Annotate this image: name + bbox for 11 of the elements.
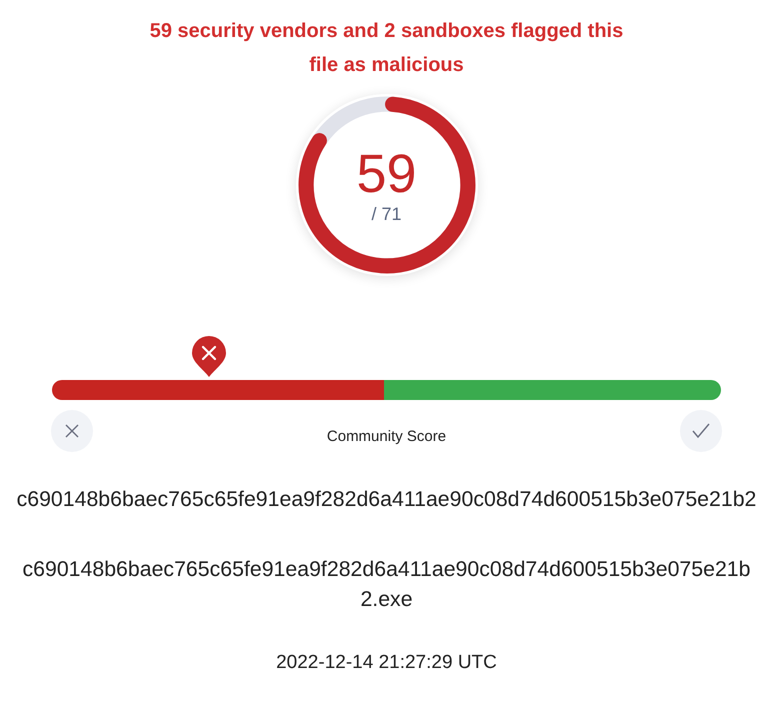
file-name: c690148b6baec765c65fe91ea9f282d6a411ae90c08d74d600515b3e075e21b2.exe — [22, 556, 752, 613]
community-score-label: Community Score — [326, 428, 446, 444]
vote-safe-button[interactable] — [680, 410, 722, 452]
detection-headline: 59 security vendors and 2 sandboxes flagged this file as malicious — [148, 19, 624, 78]
file-hash: c690148b6baec765c65fe91ea9f282d6a411ae90c08d74d600515b3e075e21b2 — [16, 486, 758, 513]
checkmark-icon — [692, 423, 710, 439]
detection-count: 59 — [356, 146, 417, 202]
analysis-date: 2022-12-14 21:27:29 UTC — [276, 652, 497, 674]
close-icon — [64, 423, 80, 439]
detection-total: / 71 — [371, 204, 402, 224]
vote-harmless-button[interactable] — [51, 410, 93, 452]
